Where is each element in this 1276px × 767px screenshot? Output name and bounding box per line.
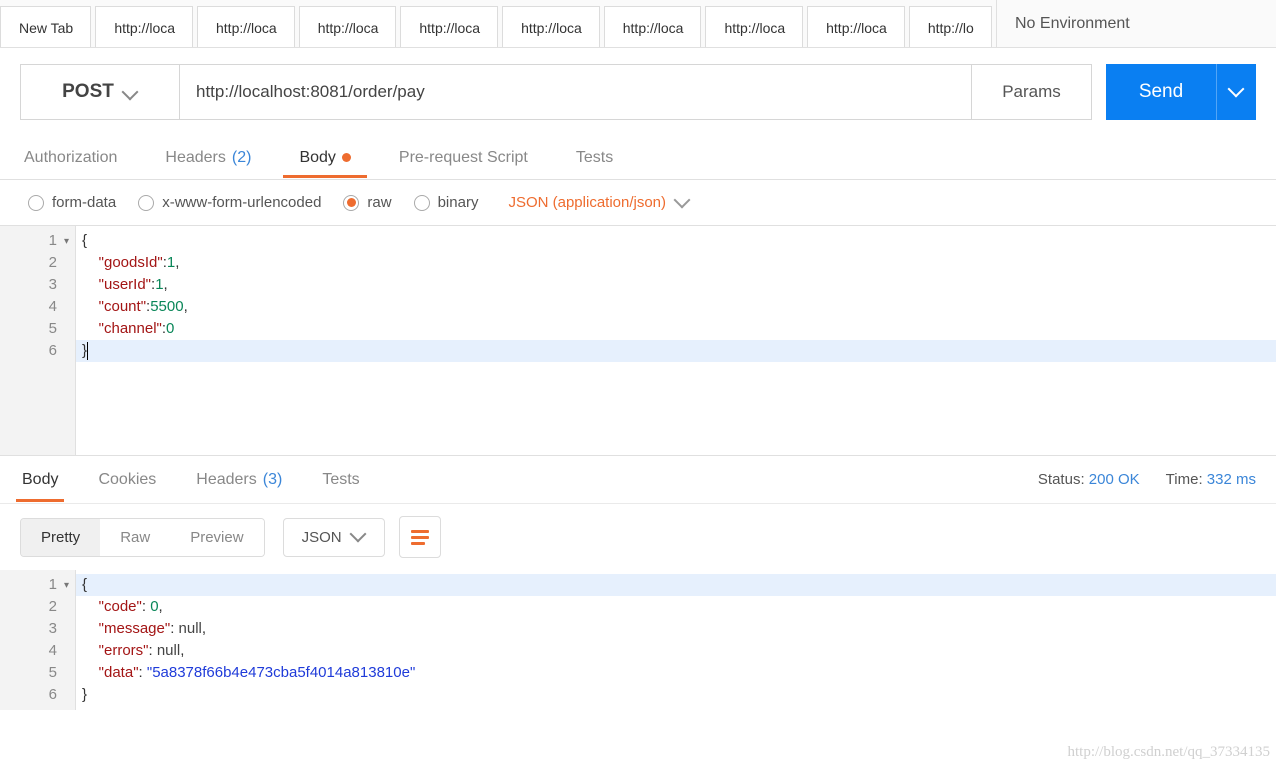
time-label: Time: 332 ms <box>1166 471 1256 488</box>
headers-count: (2) <box>232 149 252 167</box>
view-pretty[interactable]: Pretty <box>21 519 100 556</box>
tab-item[interactable]: http://loca <box>705 6 803 47</box>
modified-indicator-icon <box>342 153 351 162</box>
tab-item[interactable]: http://loca <box>197 6 295 47</box>
tab-item[interactable]: http://lo <box>909 6 992 47</box>
tab-item[interactable]: http://loca <box>299 6 397 47</box>
radio-form-data[interactable]: form-data <box>28 194 116 211</box>
tab-tests[interactable]: Tests <box>572 139 617 177</box>
chevron-down-icon <box>676 196 690 210</box>
response-toolbar: Pretty Raw Preview JSON <box>0 503 1276 570</box>
format-select[interactable]: JSON <box>283 518 385 557</box>
response-body-editor[interactable]: 1 2 3 4 5 6 { "code": 0, "message": null… <box>0 570 1276 710</box>
radio-icon <box>414 195 430 211</box>
wrap-icon <box>411 530 429 545</box>
tab-item[interactable]: http://loca <box>604 6 702 47</box>
wrap-toggle[interactable] <box>399 516 441 558</box>
radio-binary[interactable]: binary <box>414 194 479 211</box>
response-meta: Status: 200 OK Time: 332 ms <box>1038 471 1256 488</box>
chevron-down-icon <box>352 530 366 544</box>
body-type-selector: form-data x-www-form-urlencoded raw bina… <box>0 180 1276 225</box>
tab-item[interactable]: http://loca <box>807 6 905 47</box>
line-gutter: 1 2 3 4 5 6 <box>0 570 76 710</box>
resp-tab-tests[interactable]: Tests <box>320 459 361 501</box>
environment-label: No Environment <box>1015 15 1130 33</box>
tab-body[interactable]: Body <box>295 139 354 177</box>
response-header: Body Cookies Headers (3) Tests Status: 2… <box>0 455 1276 503</box>
radio-icon <box>138 195 154 211</box>
params-button[interactable]: Params <box>972 64 1092 120</box>
time-value: 332 ms <box>1207 471 1256 488</box>
tab-headers[interactable]: Headers (2) <box>161 139 255 177</box>
tab-item[interactable]: http://loca <box>400 6 498 47</box>
method-label: POST <box>62 81 114 103</box>
radio-raw[interactable]: raw <box>343 194 391 211</box>
request-section-tabs: Authorization Headers (2) Body Pre-reque… <box>0 136 1276 180</box>
tab-label: New Tab <box>19 20 73 36</box>
code-area[interactable]: { "goodsId":1, "userId":1, "count":5500,… <box>76 226 1276 455</box>
watermark: http://blog.csdn.net/qq_37334135 <box>1068 744 1271 761</box>
view-mode-group: Pretty Raw Preview <box>20 518 265 557</box>
chevron-down-icon <box>124 85 138 99</box>
view-preview[interactable]: Preview <box>170 519 263 556</box>
request-builder: POST Params Send <box>0 48 1276 136</box>
response-tabs: Body Cookies Headers (3) Tests <box>20 459 1038 501</box>
code-area[interactable]: { "code": 0, "message": null, "errors": … <box>76 570 1276 710</box>
resp-headers-count: (3) <box>263 471 283 489</box>
resp-tab-headers[interactable]: Headers (3) <box>194 459 284 501</box>
radio-icon <box>28 195 44 211</box>
http-method-select[interactable]: POST <box>20 64 180 120</box>
radio-icon <box>343 195 359 211</box>
top-bar: New Tab http://loca http://loca http://l… <box>0 0 1276 48</box>
environment-selector[interactable]: No Environment <box>996 0 1276 47</box>
request-body-editor[interactable]: 1 2 3 4 5 6 { "goodsId":1, "userId":1, "… <box>0 225 1276 455</box>
line-gutter: 1 2 3 4 5 6 <box>0 226 76 455</box>
text-cursor-icon <box>87 342 88 360</box>
chevron-down-icon <box>1230 85 1244 99</box>
tab-item[interactable]: http://loca <box>95 6 193 47</box>
view-raw[interactable]: Raw <box>100 519 170 556</box>
tab-prerequest[interactable]: Pre-request Script <box>395 139 532 177</box>
send-button[interactable]: Send <box>1106 64 1216 120</box>
resp-tab-cookies[interactable]: Cookies <box>96 459 158 501</box>
tab-authorization[interactable]: Authorization <box>20 139 121 177</box>
tab-new[interactable]: New Tab <box>0 6 91 47</box>
status-value: 200 OK <box>1089 471 1140 488</box>
url-input[interactable] <box>180 64 972 120</box>
radio-urlencoded[interactable]: x-www-form-urlencoded <box>138 194 321 211</box>
request-tabs-strip: New Tab http://loca http://loca http://l… <box>0 0 996 47</box>
status-label: Status: 200 OK <box>1038 471 1140 488</box>
send-dropdown[interactable] <box>1216 64 1256 120</box>
resp-tab-body[interactable]: Body <box>20 459 60 501</box>
content-type-select[interactable]: JSON (application/json) <box>508 194 690 211</box>
tab-item[interactable]: http://loca <box>502 6 600 47</box>
